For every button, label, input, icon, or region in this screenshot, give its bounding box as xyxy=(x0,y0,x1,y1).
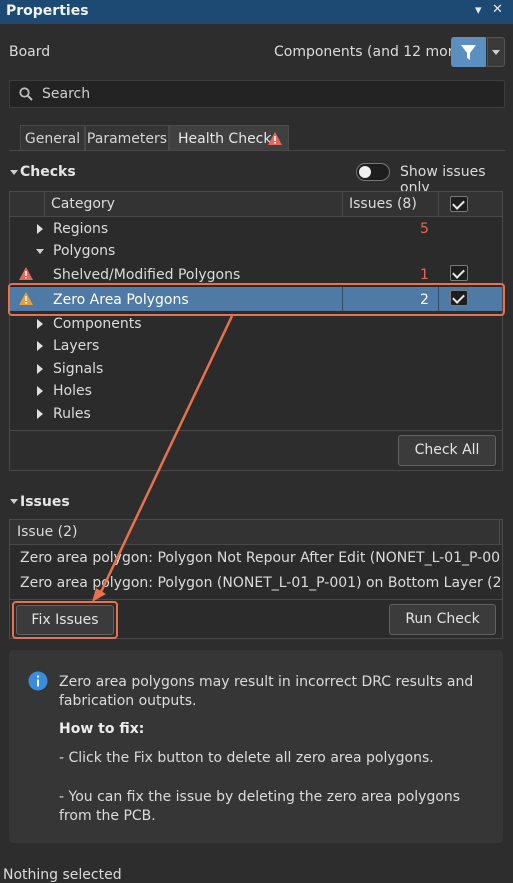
header-divider xyxy=(499,520,500,544)
header-divider xyxy=(342,192,343,216)
board-label: Board xyxy=(9,44,51,60)
tab-health-check[interactable]: Health Check xyxy=(169,125,289,151)
warning-icon xyxy=(268,132,282,145)
issue-row[interactable]: Zero area polygon: Polygon (NONET_L-01_P… xyxy=(20,575,500,591)
filter-icon xyxy=(461,45,476,60)
issues-collapse-icon[interactable] xyxy=(10,499,18,504)
row-shelved-count: 1 xyxy=(420,267,429,283)
search-field[interactable]: Search xyxy=(9,80,505,108)
info-icon xyxy=(28,671,48,691)
tab-divider xyxy=(9,150,505,151)
filter-dropdown-button[interactable] xyxy=(487,37,505,67)
highlight-callout-fix xyxy=(12,601,118,639)
status-text: Nothing selected xyxy=(3,867,122,883)
row-components[interactable]: Components xyxy=(53,316,142,332)
checkbox-icon xyxy=(452,266,465,279)
filter-button[interactable] xyxy=(451,37,486,67)
warning-icon xyxy=(19,267,33,280)
issue-row[interactable]: Zero area polygon: Polygon Not Repour Af… xyxy=(20,550,500,566)
checks-collapse-icon[interactable] xyxy=(10,170,18,175)
checkbox-icon xyxy=(452,197,465,210)
close-icon[interactable]: ✕ xyxy=(492,2,503,17)
tab-general[interactable]: General xyxy=(20,125,85,151)
row-shelved-polygons[interactable]: Shelved/Modified Polygons xyxy=(53,267,240,283)
info-message: Zero area polygons may result in incorre… xyxy=(59,674,474,709)
howto-step-2: - You can fix the issue by deleting the … xyxy=(59,789,461,824)
issues-heading: Issues xyxy=(20,494,70,510)
row-layers[interactable]: Layers xyxy=(53,338,99,354)
filter-text[interactable]: Components (and 12 more) xyxy=(274,44,467,60)
issues-header xyxy=(10,520,502,545)
row-rules[interactable]: Rules xyxy=(53,406,91,422)
window-title: Properties xyxy=(6,3,89,19)
header-divider xyxy=(44,192,45,216)
issues-divider xyxy=(10,599,502,600)
show-issues-toggle[interactable] xyxy=(356,163,390,181)
howto-step-1: - Click the Fix button to delete all zer… xyxy=(59,750,434,766)
column-category[interactable]: Category xyxy=(51,196,115,212)
collapse-polygons-icon[interactable] xyxy=(36,249,44,254)
row-polygons[interactable]: Polygons xyxy=(53,243,115,259)
search-icon xyxy=(19,87,33,101)
expand-components-icon[interactable] xyxy=(37,319,43,329)
row-regions-count: 5 xyxy=(420,221,429,237)
checks-heading: Checks xyxy=(20,164,76,180)
expand-layers-icon[interactable] xyxy=(37,341,43,351)
row-signals[interactable]: Signals xyxy=(53,361,103,377)
tab-health-check-label: Health Check xyxy=(178,131,272,147)
row-shelved-checkbox[interactable] xyxy=(450,265,468,281)
expand-signals-icon[interactable] xyxy=(37,364,43,374)
row-holes[interactable]: Holes xyxy=(53,383,92,399)
header-divider xyxy=(438,192,439,216)
run-check-button[interactable]: Run Check xyxy=(389,604,496,635)
expand-rules-icon[interactable] xyxy=(37,409,43,419)
toggle-knob xyxy=(359,166,371,178)
select-all-checkbox[interactable] xyxy=(450,196,468,212)
pin-icon[interactable]: ▾ xyxy=(475,3,482,18)
column-issue[interactable]: Issue (2) xyxy=(17,524,77,540)
search-placeholder: Search xyxy=(42,86,91,102)
expand-holes-icon[interactable] xyxy=(37,386,43,396)
chevron-down-icon xyxy=(492,50,500,55)
expand-regions-icon[interactable] xyxy=(37,224,43,234)
tab-parameters[interactable]: Parameters xyxy=(85,125,169,151)
highlight-callout-row xyxy=(8,283,505,316)
row-regions[interactable]: Regions xyxy=(53,221,108,237)
column-issues[interactable]: Issues (8) xyxy=(349,196,417,212)
check-all-button[interactable]: Check All xyxy=(398,435,496,466)
howto-heading: How to fix: xyxy=(59,721,145,737)
